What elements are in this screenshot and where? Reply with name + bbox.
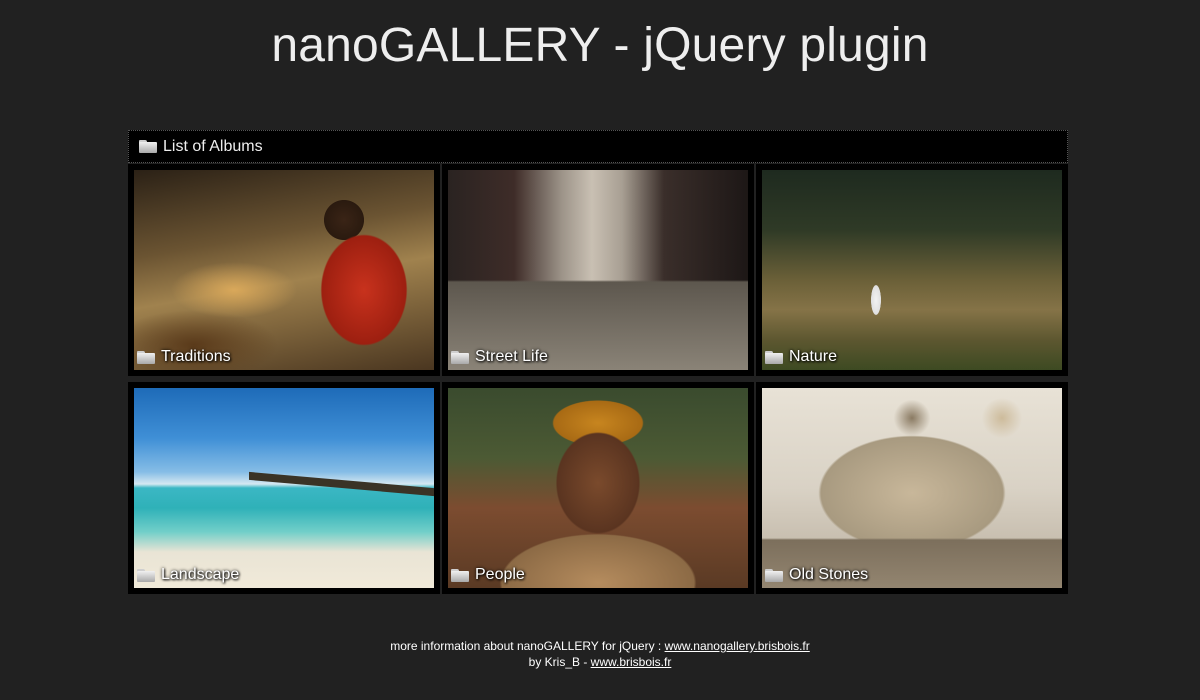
- footer-author-text: by Kris_B -: [528, 655, 591, 669]
- album-caption: Traditions: [137, 348, 231, 366]
- footer-line-info: more information about nanoGALLERY for j…: [0, 638, 1200, 654]
- footer-line-author: by Kris_B - www.brisbois.fr: [0, 654, 1200, 670]
- album-label: Traditions: [161, 348, 231, 365]
- album-caption: Street Life: [451, 348, 548, 366]
- brisbois-link[interactable]: www.brisbois.fr: [591, 655, 672, 669]
- folder-icon: [139, 140, 157, 153]
- album-tile-nature[interactable]: Nature: [756, 164, 1068, 376]
- album-tile-old-stones[interactable]: Old Stones: [756, 382, 1068, 594]
- nanogallery-link[interactable]: www.nanogallery.brisbois.fr: [665, 639, 810, 653]
- album-tile-street-life[interactable]: Street Life: [442, 164, 754, 376]
- album-thumbnail: Landscape: [134, 388, 434, 588]
- footer: more information about nanoGALLERY for j…: [0, 638, 1200, 670]
- album-label: Landscape: [161, 566, 240, 583]
- folder-icon: [137, 568, 155, 582]
- breadcrumb[interactable]: List of Albums: [128, 130, 1068, 163]
- folder-icon: [137, 350, 155, 364]
- album-tile-landscape[interactable]: Landscape: [128, 382, 440, 594]
- album-tile-people[interactable]: People: [442, 382, 754, 594]
- album-label: Nature: [789, 348, 838, 365]
- album-caption: People: [451, 566, 525, 584]
- folder-icon: [451, 350, 469, 364]
- album-thumbnail: Nature: [762, 170, 1062, 370]
- album-caption: Old Stones: [765, 566, 868, 584]
- folder-icon: [765, 350, 783, 364]
- album-caption: Nature: [765, 348, 837, 366]
- page-title: nanoGALLERY - jQuery plugin: [271, 19, 929, 72]
- album-thumbnail: Old Stones: [762, 388, 1062, 588]
- footer-info-text: more information about nanoGALLERY for j…: [390, 639, 665, 653]
- folder-icon: [765, 568, 783, 582]
- album-thumbnail: People: [448, 388, 748, 588]
- album-label: Street Life: [475, 348, 548, 365]
- album-grid: Traditions Street Life Nature Landscape …: [128, 164, 1068, 594]
- album-label: People: [475, 566, 525, 583]
- album-tile-traditions[interactable]: Traditions: [128, 164, 440, 376]
- pier-shape: [249, 471, 434, 497]
- page: nanoGALLERY - jQuery plugin List of Albu…: [0, 0, 1200, 700]
- album-thumbnail: Street Life: [448, 170, 748, 370]
- breadcrumb-label: List of Albums: [163, 137, 263, 155]
- album-label: Old Stones: [789, 566, 869, 583]
- folder-icon: [451, 568, 469, 582]
- album-caption: Landscape: [137, 566, 239, 584]
- album-thumbnail: Traditions: [134, 170, 434, 370]
